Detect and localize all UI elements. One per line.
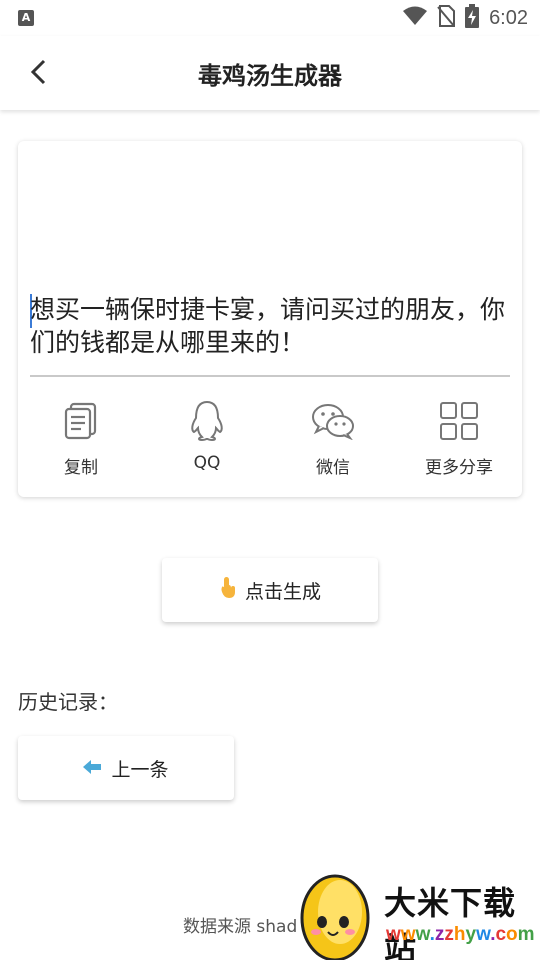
quote-text[interactable]: 想买一辆保时捷卡宴，请问买过的朋友，你们的钱都是从哪里来的！: [30, 293, 510, 359]
more-share-label: 更多分享: [425, 458, 493, 478]
wechat-share-button[interactable]: 微信: [270, 399, 396, 479]
wifi-icon: [403, 6, 428, 30]
generate-button[interactable]: 点击生成: [162, 558, 378, 622]
share-actions: 复制 QQ 微信 更多分享: [18, 399, 522, 479]
qq-penguin-icon: [185, 399, 229, 443]
clock: 6:02: [489, 6, 528, 29]
wechat-icon: [311, 399, 355, 443]
battery-charging-icon: [465, 4, 480, 32]
quote-card: 想买一辆保时捷卡宴，请问买过的朋友，你们的钱都是从哪里来的！ 复制 QQ 微信 …: [18, 141, 522, 497]
no-sim-icon: [437, 5, 456, 31]
qq-share-button[interactable]: QQ: [144, 399, 270, 479]
rice-mascot-icon: [298, 868, 372, 960]
watermark: 大米下载站 www.zzhyw.com: [298, 862, 540, 960]
more-share-button[interactable]: 更多分享: [396, 399, 522, 479]
wechat-label: 微信: [316, 458, 350, 478]
qq-label: QQ: [193, 453, 221, 473]
previous-label: 上一条: [111, 758, 169, 781]
watermark-title: 大米下载站: [384, 884, 517, 960]
app-bar: 毒鸡汤生成器: [0, 36, 540, 110]
arrow-left-icon: [83, 757, 102, 779]
history-heading: 历史记录：: [18, 690, 118, 714]
divider: [30, 375, 510, 377]
status-bar: A 6:02: [0, 0, 540, 36]
watermark-url: www.zzhyw.com: [386, 924, 535, 945]
pointing-hand-icon: [219, 576, 237, 605]
data-source-text: 数据来源 shad: [183, 917, 298, 937]
app-notification-icon: A: [18, 10, 34, 26]
generate-label: 点击生成: [244, 580, 321, 603]
grid-icon: [437, 399, 481, 443]
copy-icon: [59, 399, 103, 443]
status-icons: 6:02: [403, 4, 528, 32]
page-title: 毒鸡汤生成器: [198, 62, 342, 90]
copy-label: 复制: [64, 458, 98, 478]
previous-button[interactable]: 上一条: [18, 736, 234, 800]
copy-button[interactable]: 复制: [18, 399, 144, 479]
